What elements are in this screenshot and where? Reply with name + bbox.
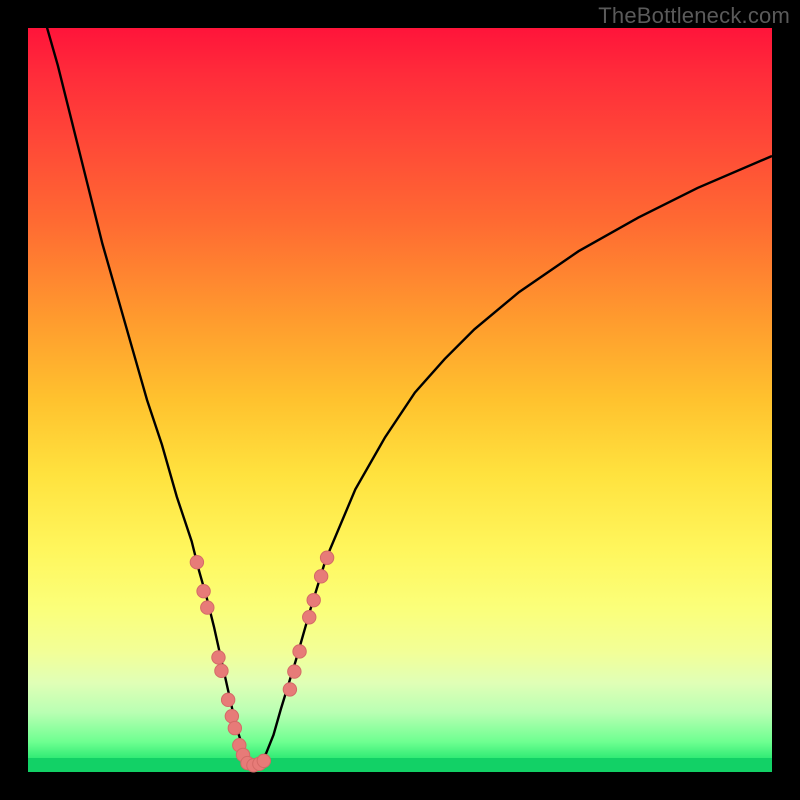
chart-frame: TheBottleneck.com xyxy=(0,0,800,800)
data-marker xyxy=(212,651,225,664)
plot-area xyxy=(28,28,772,772)
marker-layer xyxy=(190,551,334,772)
data-marker xyxy=(303,611,316,624)
data-marker xyxy=(320,551,333,564)
data-marker xyxy=(288,665,301,678)
data-marker xyxy=(228,721,241,734)
data-marker xyxy=(225,710,238,723)
data-marker xyxy=(314,570,327,583)
data-marker xyxy=(221,693,234,706)
data-marker xyxy=(293,645,306,658)
watermark-text: TheBottleneck.com xyxy=(598,3,790,29)
data-marker xyxy=(283,683,296,696)
data-marker xyxy=(257,754,270,767)
data-marker xyxy=(201,601,214,614)
data-marker xyxy=(197,585,210,598)
data-marker xyxy=(190,555,203,568)
bottleneck-curve-path xyxy=(43,13,772,764)
bottleneck-curve-svg xyxy=(28,28,772,772)
data-marker xyxy=(215,664,228,677)
data-marker xyxy=(307,593,320,606)
